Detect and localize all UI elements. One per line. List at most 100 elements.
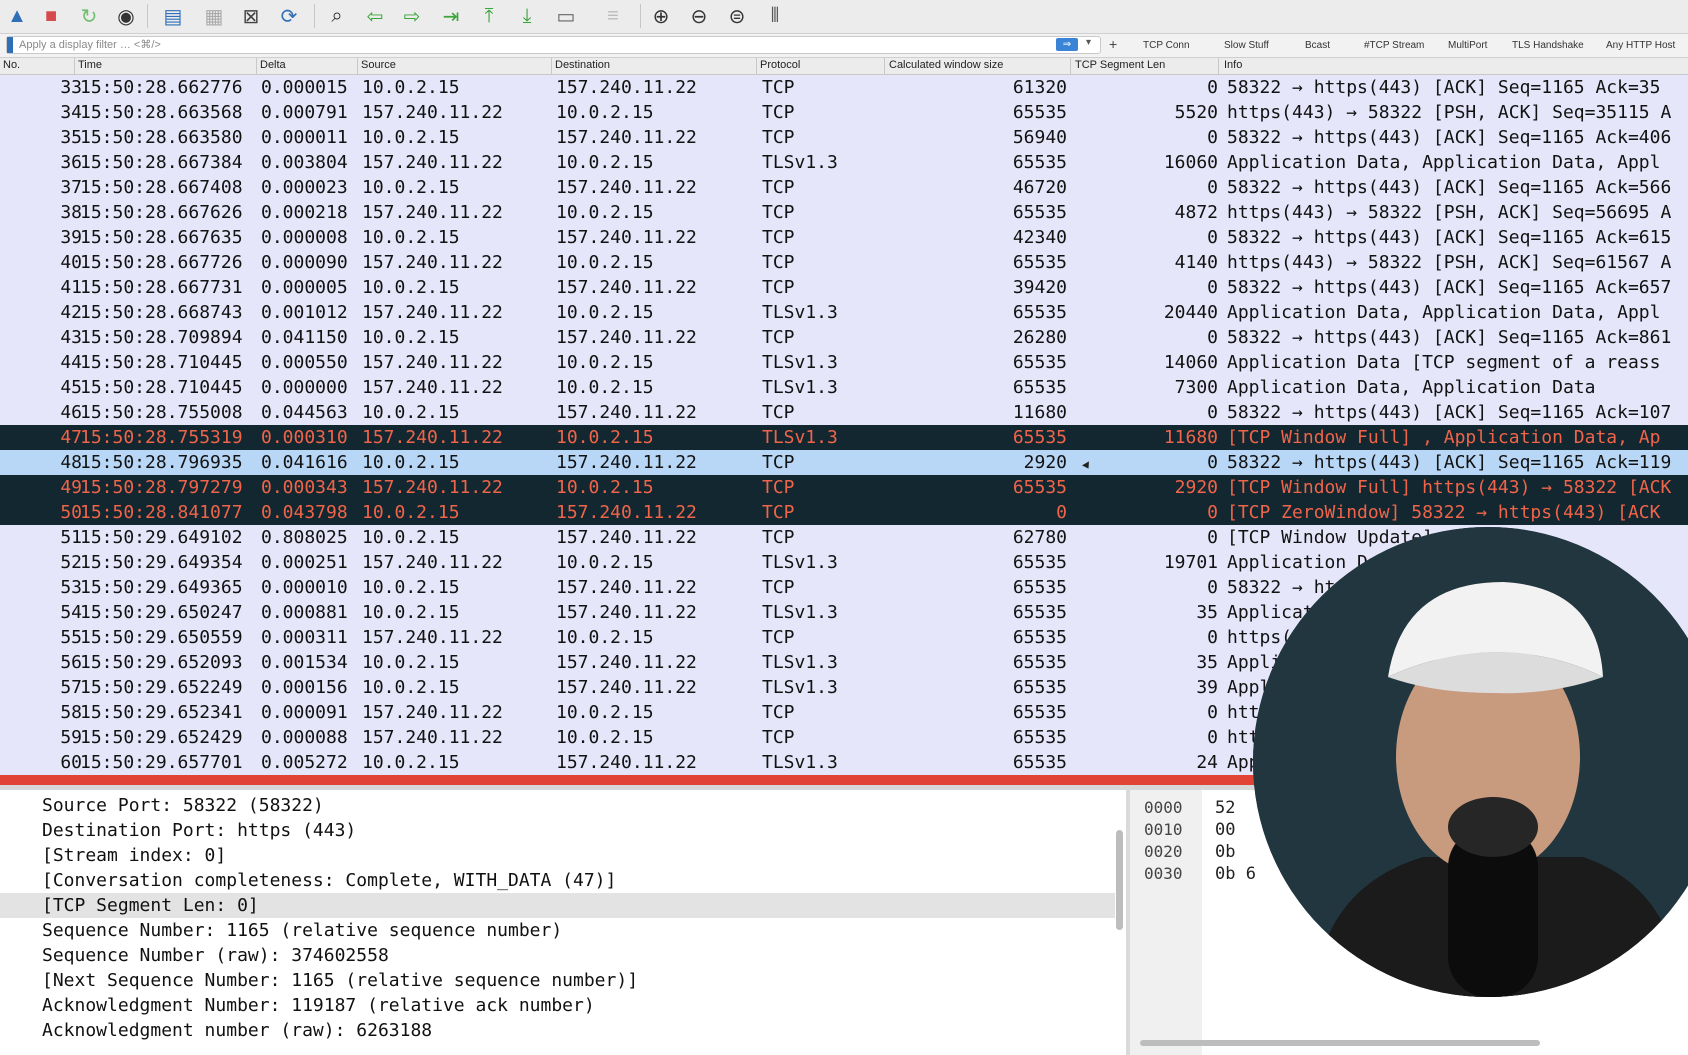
bytes-horizontal-scrollbar[interactable] bbox=[1140, 1040, 1540, 1046]
colorize-icon[interactable]: ≡ bbox=[600, 3, 626, 29]
detail-field-line[interactable]: Sequence Number: 1165 (relative sequence… bbox=[0, 918, 1115, 943]
packet-row[interactable]: 46 15:50:28.755008 0.044563 10.0.2.15 157.24… bbox=[0, 400, 1688, 425]
column-divider[interactable] bbox=[74, 58, 75, 74]
filter-button-tls-handshake[interactable]: TLS Handshake bbox=[1512, 40, 1584, 51]
packet-no-cell: 56 bbox=[60, 652, 82, 673]
packet-win-cell: 65535 bbox=[1012, 727, 1067, 748]
column-divider[interactable] bbox=[1070, 58, 1071, 74]
add-filter-button-icon[interactable]: + bbox=[1109, 36, 1117, 52]
hex-bytes[interactable]: 0b bbox=[1215, 842, 1235, 862]
packet-win-cell: 65535 bbox=[1012, 202, 1067, 223]
detail-field-line[interactable]: [Conversation completeness: Complete, WI… bbox=[0, 868, 1115, 893]
column-divider[interactable] bbox=[756, 58, 757, 74]
column-divider[interactable] bbox=[884, 58, 885, 74]
detail-field-line[interactable]: Destination Port: https (443) bbox=[0, 818, 1115, 843]
detail-field-line[interactable]: Source Port: 58322 (58322) bbox=[0, 793, 1115, 818]
details-scrollbar[interactable] bbox=[1116, 830, 1123, 930]
packet-row[interactable]: 49 15:50:28.797279 0.000343 157.240.11.22 10… bbox=[0, 475, 1688, 500]
normal-size-icon[interactable]: ⊜ bbox=[724, 3, 750, 29]
stop-capture-icon[interactable]: ■ bbox=[38, 3, 64, 29]
packet-row[interactable]: 42 15:50:28.668743 0.001012 157.240.11.22 10… bbox=[0, 300, 1688, 325]
packet-no-cell: 35 bbox=[60, 127, 82, 148]
column-time[interactable]: Time bbox=[78, 59, 102, 71]
packet-row[interactable]: 45 15:50:28.710445 0.000000 157.240.11.22 10… bbox=[0, 375, 1688, 400]
filter-history-chevron-icon[interactable]: ▾ bbox=[1086, 37, 1091, 48]
filter-button-bcast[interactable]: Bcast bbox=[1305, 40, 1330, 51]
column-info[interactable]: Info bbox=[1224, 59, 1242, 71]
detail-field-line[interactable]: [TCP Segment Len: 0] bbox=[0, 893, 1115, 918]
packet-proto-cell: TLSv1.3 bbox=[762, 427, 838, 448]
autoscroll-icon[interactable]: ▭ bbox=[553, 3, 579, 29]
open-file-icon[interactable]: ▤ bbox=[160, 3, 186, 29]
detail-field-line[interactable]: Acknowledgment number (raw): 6263188 bbox=[0, 1018, 1115, 1043]
column-divider[interactable] bbox=[357, 58, 358, 74]
apply-filter-button[interactable]: ⇒ bbox=[1056, 38, 1078, 51]
packet-row[interactable]: 48 15:50:28.796935 0.041616 10.0.2.15 157.24… bbox=[0, 450, 1688, 475]
bookmark-icon[interactable] bbox=[7, 37, 13, 53]
packet-row[interactable]: 35 15:50:28.663580 0.000011 10.0.2.15 157.24… bbox=[0, 125, 1688, 150]
last-packet-icon[interactable]: ⤓ bbox=[514, 3, 540, 29]
detail-field-line[interactable]: Sequence Number (raw): 374602558 bbox=[0, 943, 1115, 968]
column-no[interactable]: No. bbox=[3, 59, 20, 71]
packet-no-cell: 44 bbox=[60, 352, 82, 373]
packet-row[interactable]: 41 15:50:28.667731 0.000005 10.0.2.15 157.24… bbox=[0, 275, 1688, 300]
packet-dst-cell: 157.240.11.22 bbox=[556, 677, 697, 698]
go-back-icon[interactable]: ⇦ bbox=[362, 3, 388, 29]
display-filter-input[interactable]: Apply a display filter … <⌘/> bbox=[6, 36, 1101, 54]
hex-bytes[interactable]: 0b 6 bbox=[1215, 864, 1256, 884]
packet-proto-cell: TLSv1.3 bbox=[762, 302, 838, 323]
packet-row[interactable]: 33 15:50:28.662776 0.000015 10.0.2.15 157.24… bbox=[0, 75, 1688, 100]
packet-row[interactable]: 44 15:50:28.710445 0.000550 157.240.11.22 10… bbox=[0, 350, 1688, 375]
column-divider[interactable] bbox=[551, 58, 552, 74]
column-window-size[interactable]: Calculated window size bbox=[889, 59, 1003, 71]
resize-columns-icon[interactable]: ⫴ bbox=[762, 3, 788, 29]
packet-win-cell: 11680 bbox=[1012, 402, 1067, 423]
reload-file-icon[interactable]: ⟳ bbox=[276, 3, 302, 29]
packet-seg-cell: 20440 bbox=[1163, 302, 1218, 323]
detail-field-text: Source Port: 58322 (58322) bbox=[42, 795, 324, 816]
packet-row[interactable]: 38 15:50:28.667626 0.000218 157.240.11.22 10… bbox=[0, 200, 1688, 225]
find-packet-icon[interactable]: ⌕ bbox=[324, 3, 350, 29]
column-segment-len[interactable]: TCP Segment Len bbox=[1075, 59, 1165, 71]
detail-field-line[interactable]: [Stream index: 0] bbox=[0, 843, 1115, 868]
capture-options-icon[interactable]: ◉ bbox=[113, 3, 139, 29]
filter-button-multiport[interactable]: MultiPort bbox=[1448, 40, 1487, 51]
packet-seg-cell: 11680 bbox=[1163, 427, 1218, 448]
filter-button-any-http-host[interactable]: Any HTTP Host bbox=[1606, 40, 1675, 51]
first-packet-icon[interactable]: ⤒ bbox=[476, 3, 502, 29]
packet-row[interactable]: 40 15:50:28.667726 0.000090 157.240.11.22 10… bbox=[0, 250, 1688, 275]
packet-no-cell: 55 bbox=[60, 627, 82, 648]
column-delta[interactable]: Delta bbox=[260, 59, 286, 71]
packet-row[interactable]: 50 15:50:28.841077 0.043798 10.0.2.15 157.24… bbox=[0, 500, 1688, 525]
column-destination[interactable]: Destination bbox=[555, 59, 610, 71]
save-file-icon[interactable]: ▦ bbox=[201, 3, 227, 29]
packet-dst-cell: 157.240.11.22 bbox=[556, 452, 697, 473]
column-source[interactable]: Source bbox=[361, 59, 396, 71]
packet-proto-cell: TLSv1.3 bbox=[762, 377, 838, 398]
restart-capture-icon[interactable]: ↻ bbox=[76, 3, 102, 29]
filter-button-tcp-conn[interactable]: TCP Conn bbox=[1143, 40, 1190, 51]
go-to-packet-icon[interactable]: ⇥ bbox=[438, 3, 464, 29]
hex-bytes[interactable]: 52 bbox=[1215, 798, 1235, 818]
packet-dst-cell: 10.0.2.15 bbox=[556, 202, 654, 223]
packet-row[interactable]: 47 15:50:28.755319 0.000310 157.240.11.22 10… bbox=[0, 425, 1688, 450]
zoom-out-icon[interactable]: ⊖ bbox=[686, 3, 712, 29]
packet-row[interactable]: 34 15:50:28.663568 0.000791 157.240.11.22 10… bbox=[0, 100, 1688, 125]
detail-field-line[interactable]: [Next Sequence Number: 1165 (relative se… bbox=[0, 968, 1115, 993]
packet-row[interactable]: 43 15:50:28.709894 0.041150 10.0.2.15 157.24… bbox=[0, 325, 1688, 350]
column-divider[interactable] bbox=[256, 58, 257, 74]
column-protocol[interactable]: Protocol bbox=[760, 59, 800, 71]
filter-button-slow-stuff[interactable]: Slow Stuff bbox=[1224, 40, 1269, 51]
zoom-in-icon[interactable]: ⊕ bbox=[648, 3, 674, 29]
packet-row[interactable]: 36 15:50:28.667384 0.003804 157.240.11.22 10… bbox=[0, 150, 1688, 175]
shark-fin-start-icon[interactable]: ▲ bbox=[4, 3, 30, 29]
go-forward-icon[interactable]: ⇨ bbox=[399, 3, 425, 29]
packet-row[interactable]: 39 15:50:28.667635 0.000008 10.0.2.15 157.24… bbox=[0, 225, 1688, 250]
hex-bytes[interactable]: 00 bbox=[1215, 820, 1235, 840]
column-divider[interactable] bbox=[1218, 58, 1219, 74]
detail-field-line[interactable]: Acknowledgment Number: 119187 (relative … bbox=[0, 993, 1115, 1018]
packet-win-cell: 65535 bbox=[1012, 702, 1067, 723]
close-file-icon[interactable]: ⊠ bbox=[238, 3, 264, 29]
filter-button-tcp-stream[interactable]: #TCP Stream bbox=[1364, 40, 1424, 51]
packet-row[interactable]: 37 15:50:28.667408 0.000023 10.0.2.15 157.24… bbox=[0, 175, 1688, 200]
